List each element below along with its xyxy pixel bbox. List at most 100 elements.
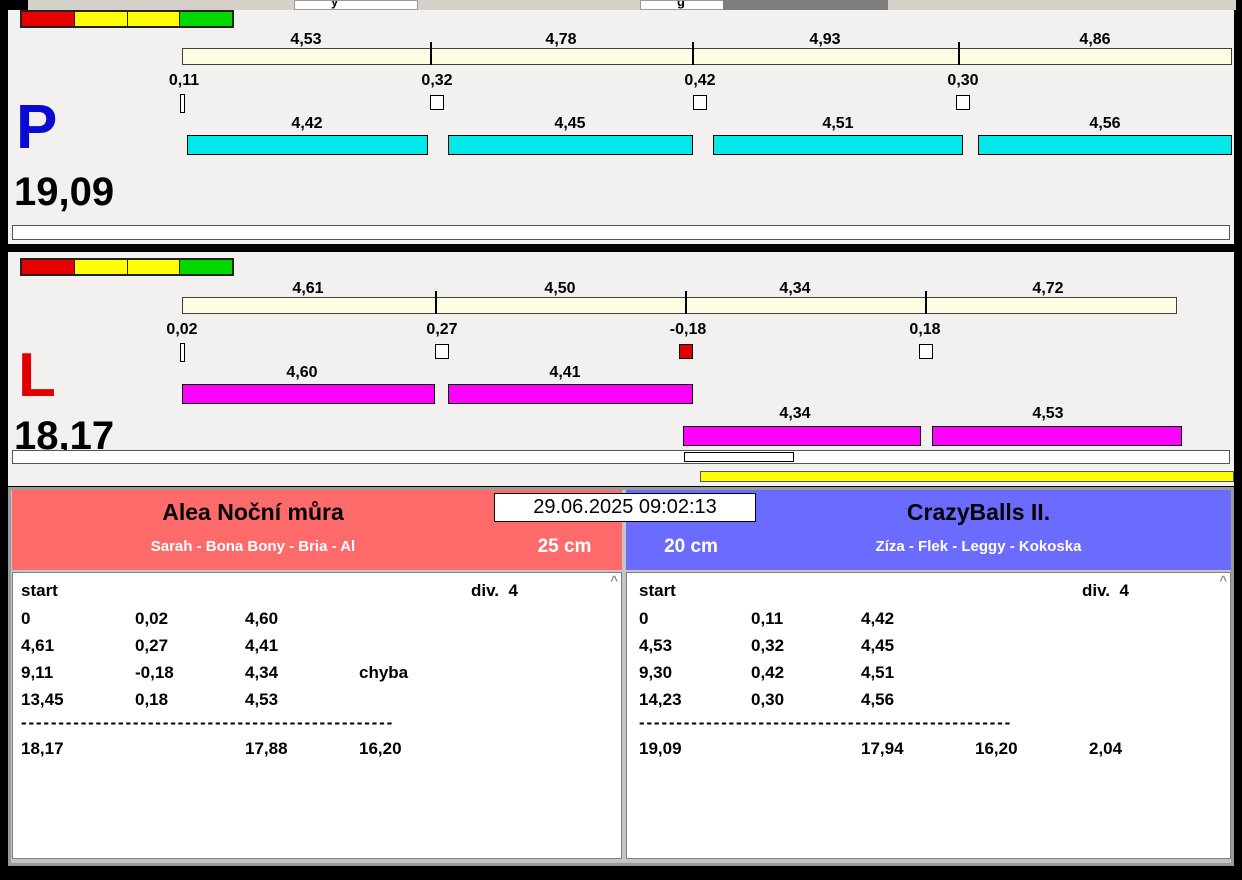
log-cell: 4,56 bbox=[861, 690, 895, 709]
log-header-row: start div. 4 bbox=[13, 581, 621, 603]
log-total-row: 19,09 17,94 16,20 2,04 bbox=[627, 739, 1230, 761]
log-row: 4,53 0,32 4,45 bbox=[627, 636, 1230, 658]
dog-run-bar-1 bbox=[182, 384, 435, 404]
lane-label: P bbox=[16, 93, 58, 162]
total-clean: 17,88 bbox=[245, 739, 288, 758]
dog-time-4: 4,56 bbox=[1089, 115, 1121, 132]
dog-time-3: 4,51 bbox=[822, 115, 854, 132]
log-cell: 0,42 bbox=[751, 663, 785, 682]
handover-marker-3 bbox=[956, 95, 970, 110]
lane-l-section: 4,61 4,50 4,34 4,72 0,02 0,27 -0,18 0,18… bbox=[8, 252, 1234, 486]
timeline-strip bbox=[12, 450, 1230, 464]
handover-time-2: 0,27 bbox=[426, 321, 458, 338]
log-row: 0 0,11 4,42 bbox=[627, 609, 1230, 631]
toolbar-strip: ý g bbox=[28, 0, 1236, 10]
start-marker bbox=[180, 94, 185, 113]
log-cell: 0,30 bbox=[751, 690, 785, 709]
split-divider-1 bbox=[430, 42, 432, 65]
dog-run-bar-4 bbox=[978, 135, 1232, 155]
handover-time-4: 0,30 bbox=[947, 72, 979, 89]
right-result-log[interactable]: ^ start div. 4 0 0,11 4,42 4,53 0,32 4,4… bbox=[626, 572, 1231, 859]
log-cell: 0,02 bbox=[135, 609, 169, 628]
results-panel: Alea Noční můra Sarah - Bona Bony - Bria… bbox=[8, 487, 1234, 866]
team-left-members: Sarah - Bona Bony - Bria - Al bbox=[150, 538, 356, 555]
split-bar bbox=[182, 297, 1177, 314]
lane-p-section: 4,53 4,78 4,93 4,86 0,11 0,32 0,42 0,30 … bbox=[8, 10, 1234, 244]
toolbar-button-label: g bbox=[677, 0, 685, 9]
log-cell: 4,41 bbox=[245, 636, 279, 655]
log-cell: -0,18 bbox=[135, 663, 174, 682]
toolbar-button-fragment-1[interactable]: ý bbox=[294, 0, 418, 10]
separator-dashes: ----------------------------------------… bbox=[639, 713, 1013, 732]
handover-marker-1 bbox=[430, 95, 444, 110]
progress-bar-yellow bbox=[700, 471, 1234, 482]
toolbar-tab-fragment[interactable] bbox=[723, 0, 888, 10]
handover-time-3: -0,18 bbox=[669, 321, 707, 338]
red-light bbox=[22, 260, 75, 274]
dog-time-2: 4,45 bbox=[554, 115, 586, 132]
log-cell: 14,23 bbox=[639, 690, 682, 709]
start-marker bbox=[180, 343, 185, 362]
dog-run-bar-2 bbox=[448, 135, 693, 155]
log-start-label: start bbox=[639, 581, 676, 600]
lane-total-time: 19,09 bbox=[14, 170, 115, 214]
yellow-light-2 bbox=[127, 260, 181, 274]
log-cell: 4,60 bbox=[245, 609, 279, 628]
datetime-display: 29.06.2025 09:02:13 bbox=[494, 493, 756, 522]
separator-dashes: ----------------------------------------… bbox=[21, 713, 395, 732]
log-start-label: start bbox=[21, 581, 58, 600]
log-division-label: div. 4 bbox=[471, 581, 518, 600]
team-right-height: 20 cm bbox=[664, 536, 718, 557]
handover-time-2: 0,32 bbox=[421, 72, 453, 89]
log-row: 13,45 0,18 4,53 bbox=[13, 690, 621, 712]
yellow-light-1 bbox=[74, 260, 128, 274]
log-cell: 4,61 bbox=[21, 636, 55, 655]
red-light bbox=[22, 12, 75, 26]
dog-time-4: 4,53 bbox=[1032, 405, 1064, 422]
split-time-3: 4,93 bbox=[809, 31, 841, 48]
handover-marker-3 bbox=[919, 344, 933, 359]
total-time: 19,09 bbox=[639, 739, 682, 758]
total-best: 16,20 bbox=[975, 739, 1018, 758]
log-cell: 9,30 bbox=[639, 663, 673, 682]
log-separator: ----------------------------------------… bbox=[13, 713, 621, 735]
progress-box bbox=[684, 452, 794, 462]
split-time-4: 4,86 bbox=[1079, 31, 1111, 48]
split-divider-3 bbox=[958, 42, 960, 65]
green-light bbox=[180, 12, 232, 26]
yellow-light-2 bbox=[127, 12, 181, 26]
log-cell: 0,18 bbox=[135, 690, 169, 709]
team-right-members: Zíza - Flek - Leggy - Kokoska bbox=[875, 538, 1082, 555]
log-cell: 9,11 bbox=[21, 663, 54, 682]
dog-run-bar-4 bbox=[932, 426, 1182, 446]
status-light-legend bbox=[20, 258, 234, 276]
log-cell: 4,42 bbox=[861, 609, 895, 628]
split-divider-2 bbox=[692, 42, 694, 65]
log-row: 9,11 -0,18 4,34 chyba bbox=[13, 663, 621, 685]
log-cell: 13,45 bbox=[21, 690, 64, 709]
split-divider-1 bbox=[435, 291, 437, 314]
handover-time-1: 0,02 bbox=[166, 321, 198, 338]
log-row: 4,61 0,27 4,41 bbox=[13, 636, 621, 658]
log-fault-cell: chyba bbox=[359, 663, 409, 682]
yellow-light-1 bbox=[74, 12, 128, 26]
handover-time-3: 0,42 bbox=[684, 72, 716, 89]
split-bar bbox=[182, 48, 1232, 65]
split-time-1: 4,61 bbox=[292, 280, 324, 297]
split-divider-3 bbox=[925, 291, 927, 314]
total-extra: 2,04 bbox=[1089, 739, 1123, 758]
app-window: ý g 4,53 4,78 4,93 4,86 0,11 0,32 0,42 0… bbox=[0, 0, 1242, 880]
total-clean: 17,94 bbox=[861, 739, 904, 758]
total-best: 16,20 bbox=[359, 739, 402, 758]
handover-time-1: 0,11 bbox=[168, 72, 200, 89]
dog-time-1: 4,42 bbox=[291, 115, 323, 132]
log-cell: 0,32 bbox=[751, 636, 785, 655]
handover-marker-fault bbox=[679, 344, 693, 359]
log-row: 0 0,02 4,60 bbox=[13, 609, 621, 631]
green-light bbox=[180, 260, 232, 274]
log-cell: 4,34 bbox=[245, 663, 279, 682]
left-result-log[interactable]: ^ start div. 4 0 0,02 4,60 4,61 0,27 4,4… bbox=[12, 572, 622, 859]
log-cell: 0,11 bbox=[751, 609, 784, 628]
dog-run-bar-3 bbox=[713, 135, 963, 155]
dog-run-bar-1 bbox=[187, 135, 428, 155]
